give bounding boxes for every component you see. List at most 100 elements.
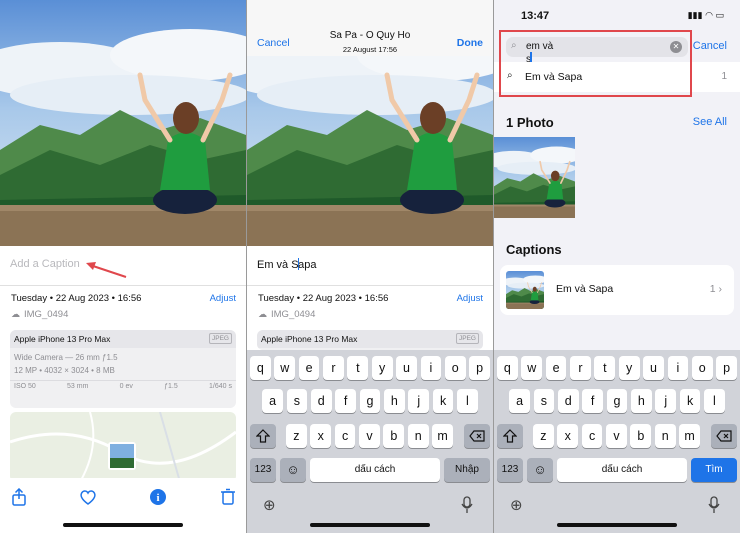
- key-p[interactable]: p: [716, 356, 737, 380]
- photo-thumbnail[interactable]: [494, 137, 575, 218]
- key-x[interactable]: x: [310, 424, 332, 448]
- key-q[interactable]: q: [497, 356, 518, 380]
- caption-placeholder: Add a Caption: [10, 258, 80, 270]
- adjust-button[interactable]: Adjust: [457, 293, 483, 304]
- key-g[interactable]: g: [359, 389, 381, 413]
- image-specs: 12 MP • 4032 × 3024 • 8 MB: [14, 366, 115, 375]
- space-key[interactable]: dấu cách: [310, 458, 440, 482]
- key-b[interactable]: b: [630, 424, 652, 448]
- globe-icon[interactable]: ⊕: [510, 496, 523, 514]
- edit-header: Cancel Sa Pa - O Quy Ho 22 August 17:56 …: [247, 0, 493, 56]
- key-b[interactable]: b: [383, 424, 405, 448]
- backspace-key[interactable]: [711, 424, 737, 448]
- share-icon[interactable]: [10, 488, 28, 506]
- see-all-button[interactable]: See All: [693, 116, 727, 128]
- key-l[interactable]: l: [457, 389, 478, 413]
- key-r[interactable]: r: [570, 356, 591, 380]
- key-s[interactable]: s: [533, 389, 555, 413]
- heart-icon[interactable]: [79, 488, 97, 506]
- key-f[interactable]: f: [582, 389, 603, 413]
- shift-key[interactable]: [497, 424, 523, 448]
- key-z[interactable]: z: [286, 424, 307, 448]
- key-m[interactable]: m: [432, 424, 453, 448]
- metadata-card: Apple iPhone 13 Pro Max JPEG: [257, 330, 483, 350]
- shift-key[interactable]: [250, 424, 276, 448]
- key-a[interactable]: a: [262, 389, 283, 413]
- date-time: Tuesday • 22 Aug 2023 • 16:56: [11, 293, 142, 304]
- key-n[interactable]: n: [407, 424, 429, 448]
- key-o[interactable]: o: [691, 356, 713, 380]
- key-t[interactable]: t: [594, 356, 616, 380]
- key-u[interactable]: u: [643, 356, 664, 380]
- key-p[interactable]: p: [469, 356, 490, 380]
- key-k[interactable]: k: [679, 389, 701, 413]
- key-e[interactable]: e: [298, 356, 320, 380]
- location-map[interactable]: [10, 412, 236, 482]
- caption-field[interactable]: Em và Sapa: [247, 246, 493, 286]
- photo[interactable]: [0, 0, 246, 246]
- key-f[interactable]: f: [335, 389, 356, 413]
- return-key[interactable]: Nhập: [444, 458, 490, 482]
- key-n[interactable]: n: [654, 424, 676, 448]
- status-icons: ▮▮▮ ◠ ▭: [688, 10, 724, 21]
- key-a[interactable]: a: [509, 389, 530, 413]
- key-i[interactable]: i: [420, 356, 442, 380]
- done-button[interactable]: Done: [457, 37, 483, 49]
- photos-section-title: 1 Photo: [506, 115, 554, 130]
- metadata-header: Apple iPhone 13 Pro Max JPEG: [257, 330, 483, 348]
- key-d[interactable]: d: [557, 389, 579, 413]
- key-h[interactable]: h: [630, 389, 652, 413]
- key-x[interactable]: x: [557, 424, 579, 448]
- metadata-card: Apple iPhone 13 Pro Max JPEG Wide Camera…: [10, 330, 236, 408]
- key-y[interactable]: y: [371, 356, 393, 380]
- key-o[interactable]: o: [444, 356, 466, 380]
- key-m[interactable]: m: [679, 424, 700, 448]
- key-w[interactable]: w: [521, 356, 543, 380]
- key-v[interactable]: v: [359, 424, 380, 448]
- exif-aperture: ƒ1.5: [164, 383, 178, 390]
- key-j[interactable]: j: [655, 389, 677, 413]
- key-g[interactable]: g: [606, 389, 628, 413]
- numbers-key[interactable]: 123: [250, 458, 276, 482]
- numbers-key[interactable]: 123: [497, 458, 523, 482]
- key-t[interactable]: t: [347, 356, 369, 380]
- file-name: IMG_0494: [271, 309, 316, 320]
- globe-icon[interactable]: ⊕: [263, 496, 276, 514]
- key-z[interactable]: z: [533, 424, 554, 448]
- return-key[interactable]: Tìm: [691, 458, 737, 482]
- key-c[interactable]: c: [334, 424, 356, 448]
- key-d[interactable]: d: [310, 389, 332, 413]
- info-icon[interactable]: i: [149, 488, 167, 506]
- battery-icon: ▭: [715, 10, 724, 20]
- home-indicator: [557, 523, 677, 527]
- key-l[interactable]: l: [704, 389, 725, 413]
- exif-shutter: 1/640 s: [209, 383, 232, 390]
- info-sheet: Tuesday • 22 Aug 2023 • 16:56 Adjust ☁ IM…: [247, 286, 493, 350]
- key-y[interactable]: y: [618, 356, 640, 380]
- key-h[interactable]: h: [383, 389, 405, 413]
- format-badge: JPEG: [209, 333, 232, 344]
- key-s[interactable]: s: [286, 389, 308, 413]
- key-q[interactable]: q: [250, 356, 271, 380]
- key-r[interactable]: r: [323, 356, 344, 380]
- key-j[interactable]: j: [408, 389, 430, 413]
- emoji-icon: ☺: [286, 462, 300, 477]
- microphone-icon[interactable]: [461, 496, 473, 519]
- microphone-icon[interactable]: [708, 496, 720, 519]
- key-v[interactable]: v: [606, 424, 627, 448]
- caption-result[interactable]: Em và Sapa 1 ›: [500, 265, 734, 315]
- emoji-key[interactable]: ☺: [527, 458, 553, 482]
- space-key[interactable]: dấu cách: [557, 458, 687, 482]
- photo[interactable]: [247, 56, 493, 246]
- key-e[interactable]: e: [545, 356, 567, 380]
- key-k[interactable]: k: [432, 389, 454, 413]
- key-c[interactable]: c: [581, 424, 603, 448]
- emoji-key[interactable]: ☺: [280, 458, 306, 482]
- key-w[interactable]: w: [274, 356, 296, 380]
- adjust-button[interactable]: Adjust: [210, 293, 236, 304]
- trash-icon[interactable]: [219, 488, 237, 506]
- key-i[interactable]: i: [667, 356, 689, 380]
- backspace-key[interactable]: [464, 424, 490, 448]
- cancel-button[interactable]: Cancel: [693, 40, 727, 52]
- key-u[interactable]: u: [396, 356, 417, 380]
